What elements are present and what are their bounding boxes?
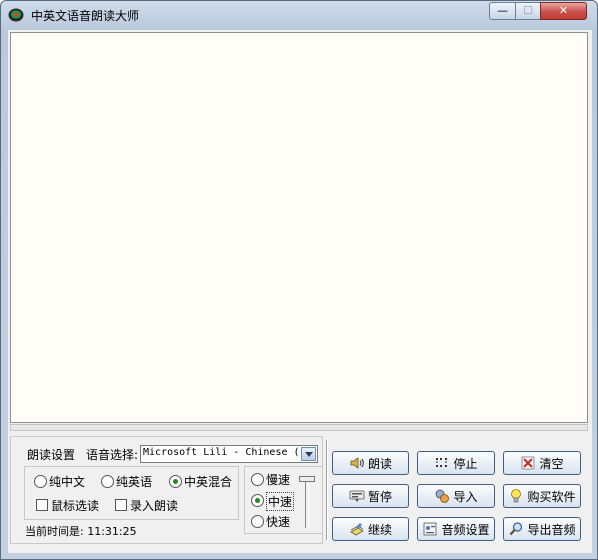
clear-icon <box>522 456 535 470</box>
radio-pure-chinese[interactable] <box>34 475 47 488</box>
minimize-icon: — <box>497 4 508 17</box>
clear-button-label: 清空 <box>539 456 564 471</box>
checkbox-input-read-label[interactable]: 录入朗读 <box>130 497 178 514</box>
window-title: 中英文语音朗读大师 <box>31 9 140 23</box>
import-button[interactable]: 导入 <box>417 484 495 508</box>
radio-slow[interactable] <box>251 473 264 486</box>
radio-mixed-label[interactable]: 中英混合 <box>184 473 232 490</box>
audio-settings-button-label: 音频设置 <box>441 522 490 537</box>
magnifier-icon <box>510 522 523 536</box>
lightbulb-icon <box>511 489 522 503</box>
maximize-icon: ☐ <box>523 4 533 17</box>
radio-slow-label[interactable]: 慢速 <box>266 471 290 488</box>
clear-button[interactable]: 清空 <box>503 451 581 475</box>
continue-button-label: 继续 <box>367 522 392 537</box>
stop-button[interactable]: 停止 <box>417 451 495 475</box>
text-area[interactable] <box>10 32 588 423</box>
speed-slider-track[interactable] <box>305 480 309 528</box>
radio-fast-label[interactable]: 快速 <box>266 513 290 530</box>
radio-pure-chinese-label[interactable]: 纯中文 <box>49 473 85 490</box>
title-bar[interactable]: 中英文语音朗读大师 — ☐ ✕ <box>1 1 597 29</box>
client-area: 朗读设置 语音选择: Microsoft Lili - Chinese ( 纯中… <box>8 30 592 553</box>
voice-select-value: Microsoft Lili - Chinese ( <box>143 447 298 458</box>
voice-select[interactable]: Microsoft Lili - Chinese ( <box>140 445 318 463</box>
close-icon: ✕ <box>558 4 569 17</box>
continue-icon <box>350 523 364 536</box>
export-audio-button[interactable]: 导出音频 <box>503 517 581 541</box>
radio-medium[interactable] <box>251 494 264 507</box>
minimize-button[interactable]: — <box>489 2 516 20</box>
radio-medium-label[interactable]: 中速 <box>266 492 295 511</box>
import-button-label: 导入 <box>453 489 478 504</box>
voice-select-label: 语音选择: <box>86 448 139 462</box>
export-audio-button-label: 导出音频 <box>527 522 576 537</box>
pause-button-label: 暂停 <box>367 489 392 504</box>
pause-icon <box>349 490 365 502</box>
audio-settings-icon <box>424 522 437 536</box>
app-icon <box>8 8 24 22</box>
audio-settings-button[interactable]: 音频设置 <box>417 517 495 541</box>
checkbox-mouse-read[interactable] <box>36 499 48 511</box>
stop-dots-icon <box>436 458 448 467</box>
buy-button-label: 购买软件 <box>527 489 576 504</box>
radio-mixed[interactable] <box>169 475 182 488</box>
radio-pure-english-label[interactable]: 纯英语 <box>116 473 152 490</box>
maximize-button[interactable]: ☐ <box>515 2 541 20</box>
checkbox-mouse-read-label[interactable]: 鼠标选读 <box>51 497 99 514</box>
pause-button[interactable]: 暂停 <box>332 484 409 508</box>
radio-pure-english[interactable] <box>101 475 114 488</box>
stop-button-label: 停止 <box>453 456 478 471</box>
close-button[interactable]: ✕ <box>540 2 587 20</box>
read-button[interactable]: 朗读 <box>332 451 409 475</box>
read-button-label: 朗读 <box>367 456 392 471</box>
import-icon <box>436 489 450 503</box>
radio-fast[interactable] <box>251 515 264 528</box>
speed-slider-handle[interactable] <box>299 476 315 482</box>
chevron-down-icon[interactable] <box>301 447 316 461</box>
current-time: 当前时间是: 11:31:25 <box>25 525 137 538</box>
vertical-divider <box>326 440 328 540</box>
buy-button[interactable]: 购买软件 <box>503 484 581 508</box>
continue-button[interactable]: 继续 <box>332 517 409 541</box>
main-window: 中英文语音朗读大师 — ☐ ✕ 朗读设置 语音选择: Microsoft Lil… <box>0 0 598 560</box>
horizontal-scrollbar[interactable] <box>10 424 588 431</box>
checkbox-input-read[interactable] <box>115 499 127 511</box>
settings-label: 朗读设置 <box>27 448 76 462</box>
speaker-icon <box>350 457 364 469</box>
